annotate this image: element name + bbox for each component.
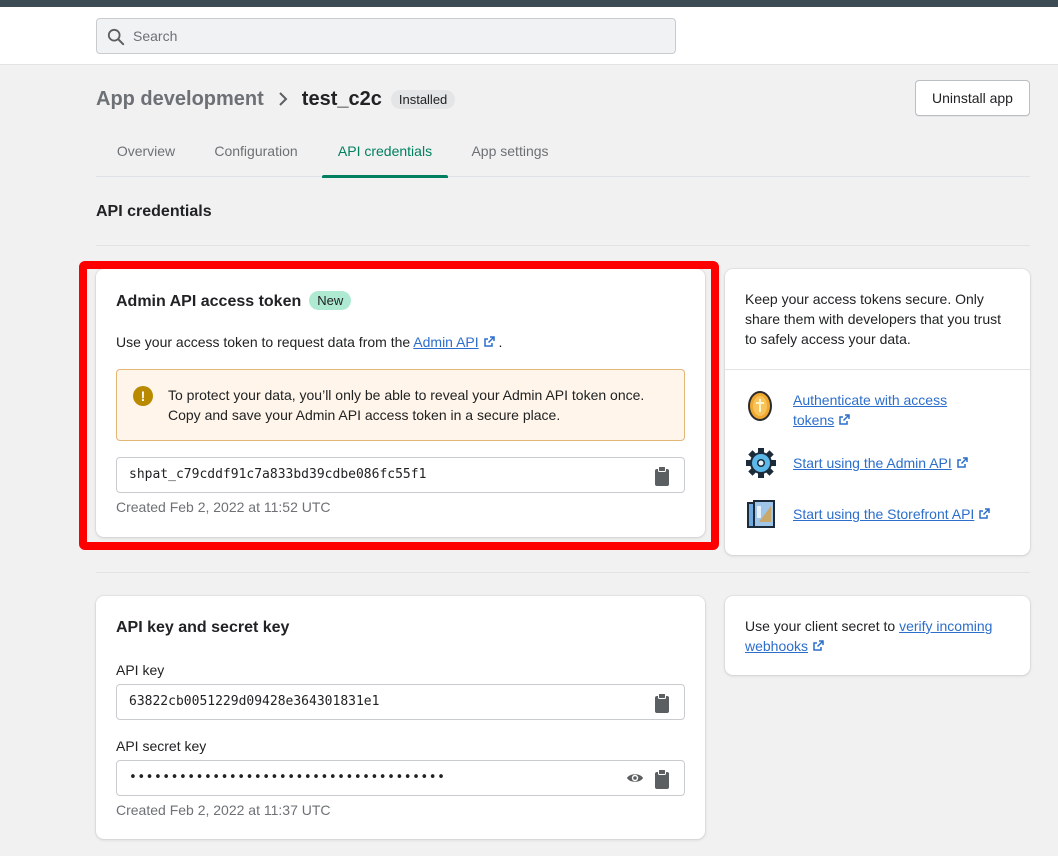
- api-keys-title: API key and secret key: [116, 619, 290, 636]
- api-key-input[interactable]: [129, 685, 609, 718]
- resource-authenticate[interactable]: Authenticate with access tokens: [745, 390, 947, 430]
- api-keys-created: Created Feb 2, 2022 at 11:37 UTC: [116, 802, 331, 818]
- resource-admin-api[interactable]: Start using the Admin API: [745, 447, 968, 479]
- tab-api-credentials[interactable]: API credentials: [322, 126, 448, 178]
- tab-configuration[interactable]: Configuration: [204, 126, 308, 177]
- webhooks-card: Use your client secret to verify incomin…: [725, 596, 1030, 675]
- highlight-box: [79, 261, 719, 550]
- api-secret-input[interactable]: [129, 761, 609, 794]
- status-badge: Installed: [390, 89, 456, 109]
- external-link-icon: [839, 414, 850, 425]
- external-link-icon: [957, 457, 968, 468]
- authenticate-link[interactable]: Authenticate with access: [793, 392, 947, 408]
- divider: [96, 245, 1030, 246]
- storefront-icon: [747, 500, 775, 528]
- tab-bar: Overview Configuration API credentials A…: [96, 126, 1030, 178]
- tab-app-settings[interactable]: App settings: [462, 126, 558, 177]
- clipboard-icon[interactable]: [654, 769, 670, 789]
- search-bar[interactable]: [96, 18, 676, 54]
- verify-webhooks-link[interactable]: verify incoming: [899, 618, 992, 634]
- admin-api-resource-link[interactable]: Start using the Admin API: [793, 455, 952, 471]
- breadcrumb: App development test_c2c Installed: [96, 86, 456, 112]
- api-secret-field[interactable]: [116, 760, 685, 796]
- page-title: test_c2c: [301, 87, 382, 110]
- section-title: API credentials: [96, 203, 212, 220]
- top-bar: [0, 7, 1058, 65]
- tips-divider: [725, 369, 1030, 370]
- verify-webhooks-link-cont[interactable]: webhooks: [745, 638, 808, 654]
- external-link-icon: [979, 508, 991, 519]
- search-input[interactable]: [133, 19, 663, 53]
- storefront-api-link[interactable]: Start using the Storefront API: [793, 506, 974, 522]
- api-key-label: API key: [116, 662, 165, 678]
- eye-icon[interactable]: [626, 771, 644, 785]
- clipboard-icon[interactable]: [654, 693, 670, 713]
- authenticate-link-cont[interactable]: tokens: [793, 412, 834, 428]
- breadcrumb-app-development[interactable]: App development: [96, 88, 264, 111]
- resource-storefront-api[interactable]: Start using the Storefront API: [745, 498, 991, 530]
- divider-2: [96, 572, 1030, 573]
- tips-card: Keep your access tokens secure. Only sha…: [725, 269, 1030, 555]
- chevron-right-icon: [278, 91, 288, 107]
- webhooks-prefix: Use your client secret to: [745, 618, 896, 634]
- tips-text: Keep your access tokens secure. Only sha…: [745, 291, 1002, 347]
- search-icon: [107, 28, 125, 46]
- top-strip: [0, 0, 1058, 7]
- gear-icon: [746, 448, 776, 478]
- api-secret-label: API secret key: [116, 738, 207, 754]
- uninstall-app-button[interactable]: Uninstall app: [915, 80, 1030, 116]
- coin-icon: [748, 391, 772, 421]
- api-key-field[interactable]: [116, 684, 685, 720]
- tab-overview[interactable]: Overview: [96, 126, 196, 177]
- external-link-icon: [813, 640, 824, 651]
- webhooks-text: Use your client secret to verify incomin…: [745, 616, 1015, 656]
- api-keys-card: API key and secret key API key API secre…: [96, 596, 705, 839]
